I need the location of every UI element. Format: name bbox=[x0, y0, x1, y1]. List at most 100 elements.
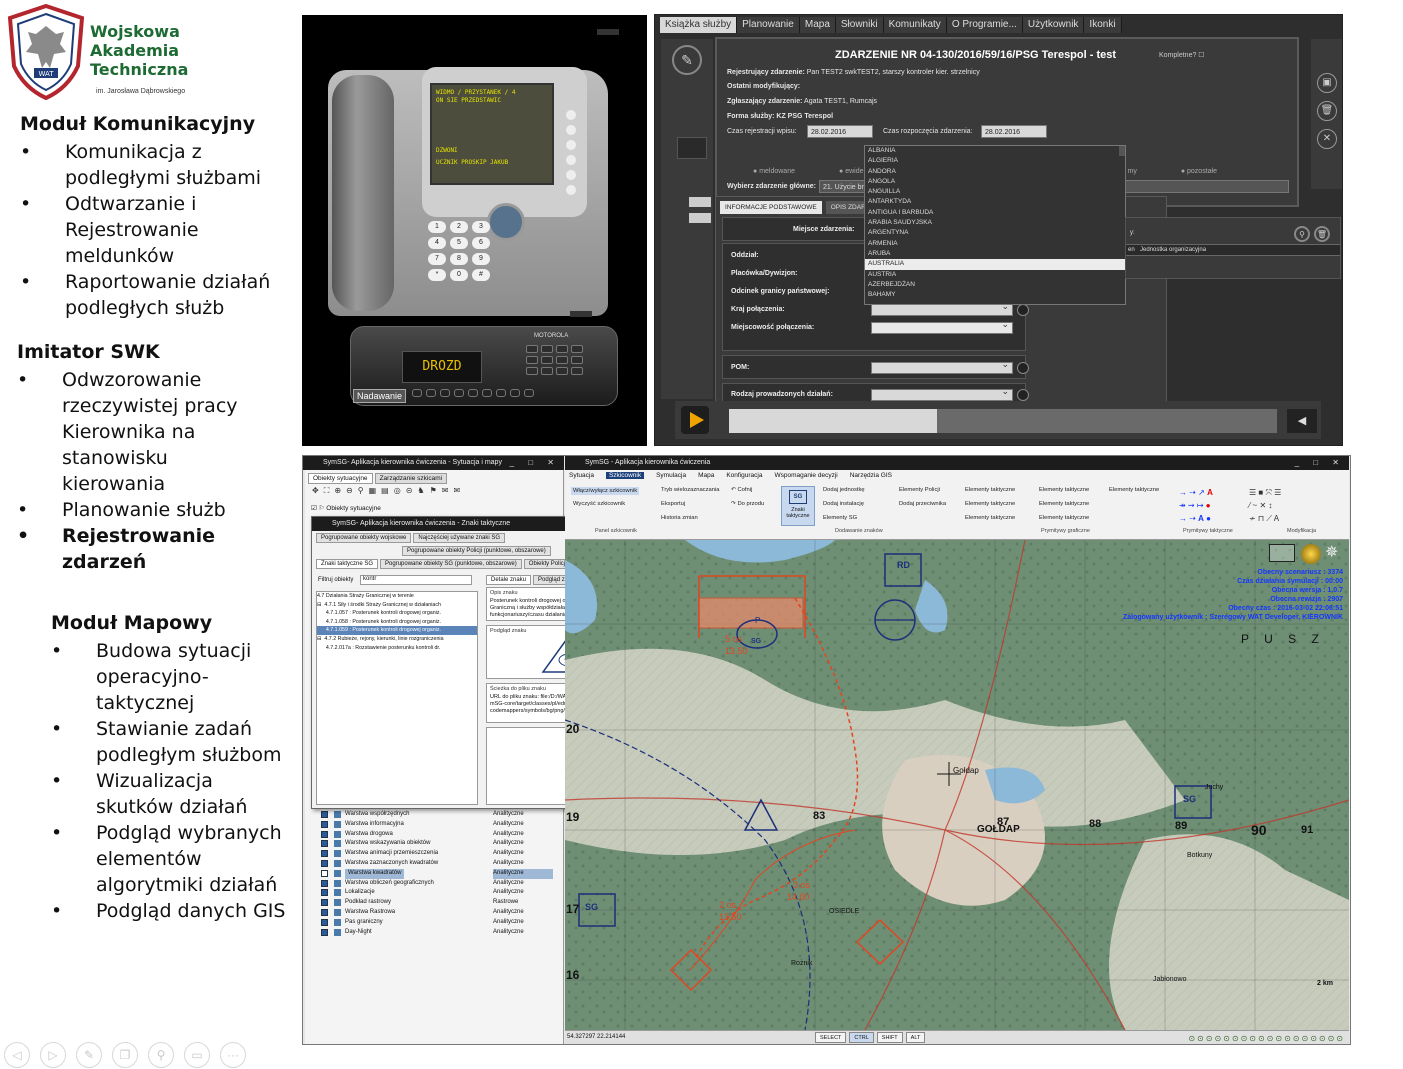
key-1[interactable]: 1 bbox=[428, 221, 446, 233]
line-key[interactable] bbox=[566, 140, 576, 150]
sun-icon[interactable] bbox=[1301, 544, 1321, 564]
line-key[interactable] bbox=[566, 170, 576, 180]
layer-row[interactable]: Warstwa zaznaczonych kwadratów Analityczn… bbox=[309, 859, 557, 869]
add-unit-button[interactable]: Dodaj jednostkę bbox=[823, 487, 865, 493]
edit-icon[interactable]: ✎ bbox=[672, 45, 702, 75]
phone-nav-cluster[interactable] bbox=[487, 203, 525, 241]
radio-key[interactable] bbox=[526, 345, 538, 353]
side-field[interactable] bbox=[689, 197, 711, 207]
operational-map[interactable]: 20 19 17 16 83 87 88 89 90 91 GOŁDAP Goł… bbox=[565, 540, 1349, 1030]
zoom-in-icon[interactable]: ⊕ bbox=[334, 486, 341, 500]
modifier-key-button[interactable]: CTRL bbox=[849, 1032, 874, 1043]
city-input[interactable] bbox=[871, 319, 1013, 334]
tab-police-grouped[interactable]: Pogrupowane obiekty Policji (punktowe, o… bbox=[402, 546, 551, 556]
tree-item[interactable]: 4.7 Działania Straży Granicznej w tereni… bbox=[317, 592, 477, 601]
layers-icon[interactable]: ▤ bbox=[381, 486, 389, 500]
mail-close-icon[interactable]: ✉ bbox=[453, 486, 460, 500]
menu-ikonki[interactable]: Ikonki bbox=[1084, 17, 1122, 33]
tab-sketches[interactable]: Zarządzanie szkicami bbox=[374, 473, 448, 484]
country-option[interactable]: ARABIA SAUDYJSKA bbox=[865, 218, 1125, 228]
trash-icon[interactable]: 🗑 bbox=[1314, 226, 1330, 242]
pom-select[interactable] bbox=[871, 359, 1013, 374]
country-option[interactable]: AUSTRIA bbox=[865, 270, 1125, 280]
tree-item[interactable]: ⊟ 4.7.1 Siły i środki Straży Granicznej … bbox=[317, 601, 477, 610]
radio-key[interactable] bbox=[412, 389, 422, 397]
layer-row[interactable]: Day-Night Analityczne bbox=[309, 928, 557, 938]
more-icon[interactable]: ··· bbox=[220, 1042, 246, 1068]
modifier-key-button[interactable]: SELECT bbox=[815, 1032, 847, 1043]
layer-row[interactable]: Lokalizacje Analityczne bbox=[309, 888, 557, 898]
line-key[interactable] bbox=[566, 110, 576, 120]
next-slide-icon[interactable]: ▷ bbox=[40, 1042, 66, 1068]
pom-clear-icon[interactable] bbox=[1017, 362, 1029, 374]
modifier-key-button[interactable]: ALT bbox=[905, 1032, 926, 1043]
zoom-icon[interactable]: ⚲ bbox=[148, 1042, 174, 1068]
tree-item[interactable]: ⊟ 4.7.2 Rubieże, rejony, kierunki, linie… bbox=[317, 635, 477, 644]
menu-ksiazka-sluzby[interactable]: Książka służby bbox=[660, 17, 738, 33]
status-icons[interactable]: ⊙⊙⊙⊙⊙⊙⊙⊙⊙⊙⊙⊙⊙⊙⊙⊙⊙⊙ bbox=[1188, 1032, 1345, 1044]
radio-key[interactable] bbox=[556, 367, 568, 375]
layer-row[interactable]: Warstwa drogowa Analityczne bbox=[309, 830, 557, 840]
tree-root[interactable]: ☑ ⚐ Obiekty sytuacyjne bbox=[311, 504, 381, 512]
layer-checkbox[interactable] bbox=[321, 820, 328, 828]
layer-row[interactable]: Pas graniczny Analityczne bbox=[309, 918, 557, 928]
country-clear-icon[interactable] bbox=[1017, 304, 1029, 316]
tab-sg-grouped[interactable]: Pogrupowane obiekty SG (punktowe, obszar… bbox=[380, 559, 522, 569]
layer-checkbox[interactable] bbox=[321, 928, 328, 936]
add-enemy-button[interactable]: Dodaj przeciwnika bbox=[899, 501, 946, 507]
key-star[interactable]: * bbox=[428, 269, 446, 281]
country-option[interactable]: BAHAMY bbox=[865, 290, 1125, 300]
window-controls[interactable]: _ □ ✕ bbox=[1295, 456, 1345, 470]
radio-key[interactable] bbox=[524, 389, 534, 397]
layer-row[interactable]: Warstwa współrzędnych Analityczne bbox=[309, 810, 557, 820]
radio-option[interactable]: ● ewide bbox=[839, 168, 863, 175]
ribbon-tab[interactable]: Symulacja bbox=[656, 472, 686, 479]
volume-icon[interactable]: ◀ bbox=[1287, 409, 1317, 433]
layer-checkbox[interactable] bbox=[321, 840, 328, 848]
layer-row[interactable]: Warstwa kwadratów Analityczne bbox=[309, 868, 557, 879]
radio-option[interactable]: ● pozostałe bbox=[1181, 168, 1217, 175]
tactical-signs-button[interactable]: SG Znaki taktyczne bbox=[781, 486, 815, 526]
key-hash[interactable]: # bbox=[472, 269, 490, 281]
country-option[interactable]: ANGOLA bbox=[865, 177, 1125, 187]
ribbon-tab[interactable]: Szkicownik bbox=[605, 472, 645, 479]
radio-key[interactable] bbox=[556, 356, 568, 364]
menu-mapa[interactable]: Mapa bbox=[799, 17, 836, 33]
tactical-elements-button[interactable]: Elementy taktyczne bbox=[965, 515, 1015, 521]
tactical-elements-button[interactable]: Elementy taktyczne bbox=[965, 487, 1015, 493]
key-4[interactable]: 4 bbox=[428, 237, 446, 249]
layer-checkbox[interactable] bbox=[321, 830, 328, 838]
layer-row[interactable]: Warstwa Rastrowa Analityczne bbox=[309, 908, 557, 918]
tree-item[interactable]: 4.7.1.057 : Posterunek kontroli drogowej… bbox=[317, 609, 477, 618]
fit-icon[interactable]: ⛶ bbox=[324, 486, 330, 500]
country-option[interactable]: ARMENIA bbox=[865, 239, 1125, 249]
tab-basic-info[interactable]: INFORMACJE PODSTAWOWE bbox=[720, 201, 822, 214]
sketch-area[interactable] bbox=[698, 597, 804, 629]
main-event-select[interactable]: 21. Użycie bro bbox=[819, 180, 869, 193]
multiselect-button[interactable]: Tryb wielozaznaczania bbox=[661, 487, 719, 493]
transmit-button[interactable]: Nadawanie bbox=[353, 389, 407, 403]
undo-button[interactable]: ↶ Cofnij bbox=[731, 487, 752, 493]
radio-key[interactable] bbox=[496, 389, 506, 397]
ribbon-tab[interactable]: Konfiguracja bbox=[726, 472, 762, 479]
key-7[interactable]: 7 bbox=[428, 253, 446, 265]
layer-checkbox[interactable] bbox=[321, 899, 328, 907]
modification-palette[interactable]: ☰ ■ ⤧ ☰ ⁄ ~ ✕ ↕ ≁ ⊓ ⟋ A bbox=[1249, 486, 1345, 526]
minimap-icon[interactable] bbox=[1269, 544, 1295, 562]
tab-sign-details[interactable]: Detale znaku bbox=[486, 575, 532, 585]
redo-button[interactable]: ↷ Do przodu bbox=[731, 501, 764, 507]
tab-frequent-signs[interactable]: Najczęściej używane znaki SG bbox=[413, 533, 506, 543]
ribbon-tab[interactable]: Mapa bbox=[698, 472, 714, 479]
country-option[interactable]: ANDORA bbox=[865, 167, 1125, 177]
layer-checkbox[interactable] bbox=[321, 869, 328, 877]
key-3[interactable]: 3 bbox=[472, 221, 490, 233]
playback-progress[interactable] bbox=[729, 409, 1277, 433]
country-select[interactable] bbox=[871, 301, 1013, 316]
radio-key[interactable] bbox=[468, 389, 478, 397]
target-icon[interactable]: ◎ bbox=[394, 486, 401, 500]
unit-icon[interactable]: ♞ bbox=[417, 486, 424, 500]
radio-key[interactable] bbox=[541, 367, 553, 375]
line-key[interactable] bbox=[566, 125, 576, 135]
layer-checkbox[interactable] bbox=[321, 859, 328, 867]
flag-icon[interactable]: ⚑ bbox=[430, 486, 437, 500]
